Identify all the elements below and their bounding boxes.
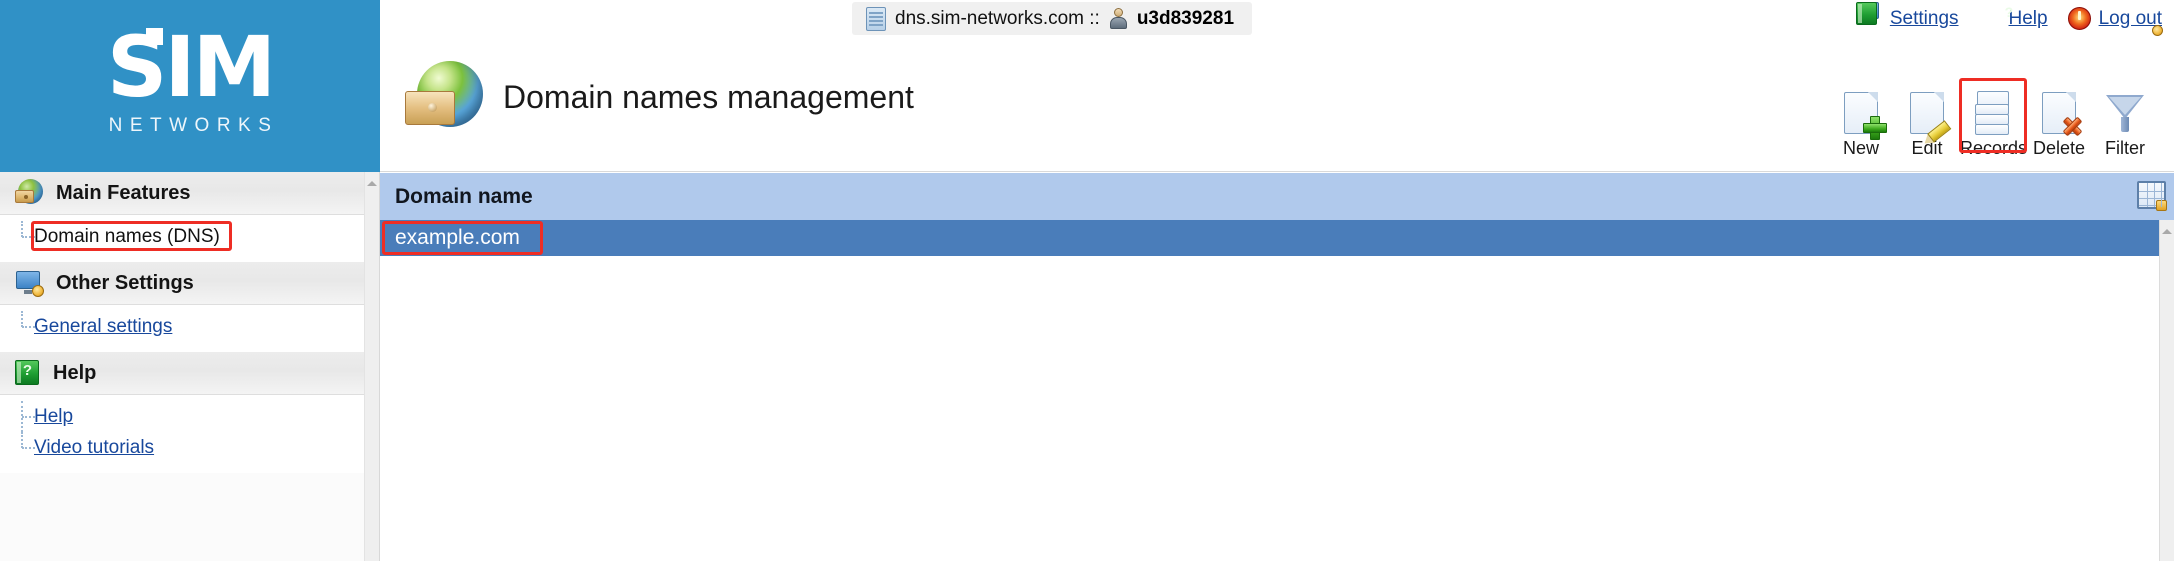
brand-logo: SIM NETWORKS [0, 18, 380, 137]
sidebar-item-video-tutorials[interactable]: Video tutorials [0, 432, 364, 463]
power-button-icon [2067, 7, 2091, 30]
username-label: u3d839281 [1136, 7, 1235, 29]
sidebar-links-help: Help Video tutorials [0, 395, 364, 473]
sidebar-section-title: Help [53, 361, 97, 384]
sidebar-item-label: Domain names (DNS) [34, 225, 220, 247]
green-book-question-icon: ? [15, 360, 40, 386]
grid-header-row: Domain name [380, 173, 2174, 220]
account-info-panel: dns.sim-networks.com :: u3d839281 [852, 2, 1253, 35]
sidebar-section-help: ? Help [0, 352, 364, 395]
host-name-label: dns.sim-networks.com :: [895, 7, 1100, 29]
toolbar-button-label: Records [1960, 138, 2028, 158]
application-window: SIM NETWORKS Main Features Domain names … [0, 0, 2174, 561]
cell-domain-name: example.com [395, 226, 520, 249]
grid-settings-icon[interactable] [2137, 181, 2167, 211]
globe-drawer-icon [15, 179, 43, 207]
toolbar-records-button[interactable]: Records [1959, 78, 2028, 159]
sidebar-item-general-settings[interactable]: General settings [0, 311, 364, 342]
scroll-up-arrow-icon[interactable] [367, 181, 377, 186]
server-rack-icon [866, 6, 886, 31]
scroll-up-arrow-icon[interactable] [2162, 229, 2172, 234]
monitor-gear-icon [15, 270, 44, 297]
document-pencil-icon [1894, 89, 1960, 149]
page-title-wrapper: Domain names management [405, 61, 914, 133]
sidebar-item-label: General settings [34, 315, 173, 337]
domains-data-grid: Domain name example.com [380, 173, 2174, 561]
user-avatar-icon [1109, 7, 1128, 30]
tree-tick [22, 236, 35, 238]
toolbar-button-label: New [1842, 138, 1879, 158]
document-plus-icon [1828, 89, 1894, 140]
sidebar-section-other-settings: Other Settings [0, 262, 364, 305]
left-column: SIM NETWORKS Main Features Domain names … [0, 0, 380, 561]
funnel-icon [2092, 89, 2158, 137]
tree-connector [21, 311, 23, 327]
tree-connector [21, 221, 23, 237]
action-toolbar: New Edit Records Delete Filter [1828, 78, 2158, 159]
tree-tick [22, 326, 35, 328]
sidebar-item-label: Video tutorials [34, 436, 155, 458]
globe-drawer-icon [405, 61, 483, 133]
tree-tick [22, 447, 35, 449]
sidebar-section-title: Main Features [56, 181, 191, 204]
sidebar-section-title: Other Settings [56, 271, 194, 294]
table-row[interactable]: example.com [380, 220, 2159, 256]
green-book-question-icon: ? [1855, 2, 2013, 31]
document-stack-icon [1960, 89, 2026, 137]
toolbar-new-button[interactable]: New [1828, 85, 1894, 159]
toolbar-delete-button[interactable]: Delete [2026, 85, 2092, 159]
grid-column-header-domain-name[interactable]: Domain name [380, 185, 533, 209]
page-title: Domain names management [503, 78, 914, 115]
grid-scrollbar[interactable] [2159, 220, 2174, 561]
toolbar-button-label: Delete [2032, 138, 2086, 158]
brand-logo-panel: SIM NETWORKS [0, 0, 380, 172]
tree-connector [21, 432, 23, 448]
toolbar-edit-button[interactable]: Edit [1894, 85, 1960, 159]
sidebar-item-domain-names[interactable]: Domain names (DNS) [0, 221, 364, 252]
top-header-links: Settings ? Help Log out [1855, 2, 2163, 36]
sidebar-links-other-settings: General settings [0, 305, 364, 352]
grid-body: example.com [380, 220, 2159, 561]
sidebar-section-main-features: Main Features [0, 172, 364, 215]
sidebar-item-help[interactable]: Help [0, 401, 364, 432]
sidebar-links-main-features: Domain names (DNS) [0, 215, 364, 262]
sidebar-nav: Main Features Domain names (DNS) Other S… [0, 172, 365, 561]
sidebar-item-label: Help [34, 405, 74, 427]
page-title-row: Domain names management New Edit Records… [380, 37, 2174, 172]
brand-logo-networks-text: NETWORKS [108, 115, 279, 136]
brand-logo-dot [146, 28, 163, 45]
brand-logo-sim-text: SIM [106, 18, 276, 116]
toolbar-filter-button[interactable]: Filter [2092, 85, 2158, 159]
tree-tick [22, 416, 35, 418]
toolbar-button-label: Filter [2105, 138, 2145, 158]
top-header-bar: dns.sim-networks.com :: u3d839281 Settin… [380, 0, 2174, 37]
help-link[interactable]: ? Help [1855, 2, 2048, 31]
sidebar-scrollbar[interactable] [365, 172, 380, 561]
document-delete-icon [2026, 89, 2092, 137]
